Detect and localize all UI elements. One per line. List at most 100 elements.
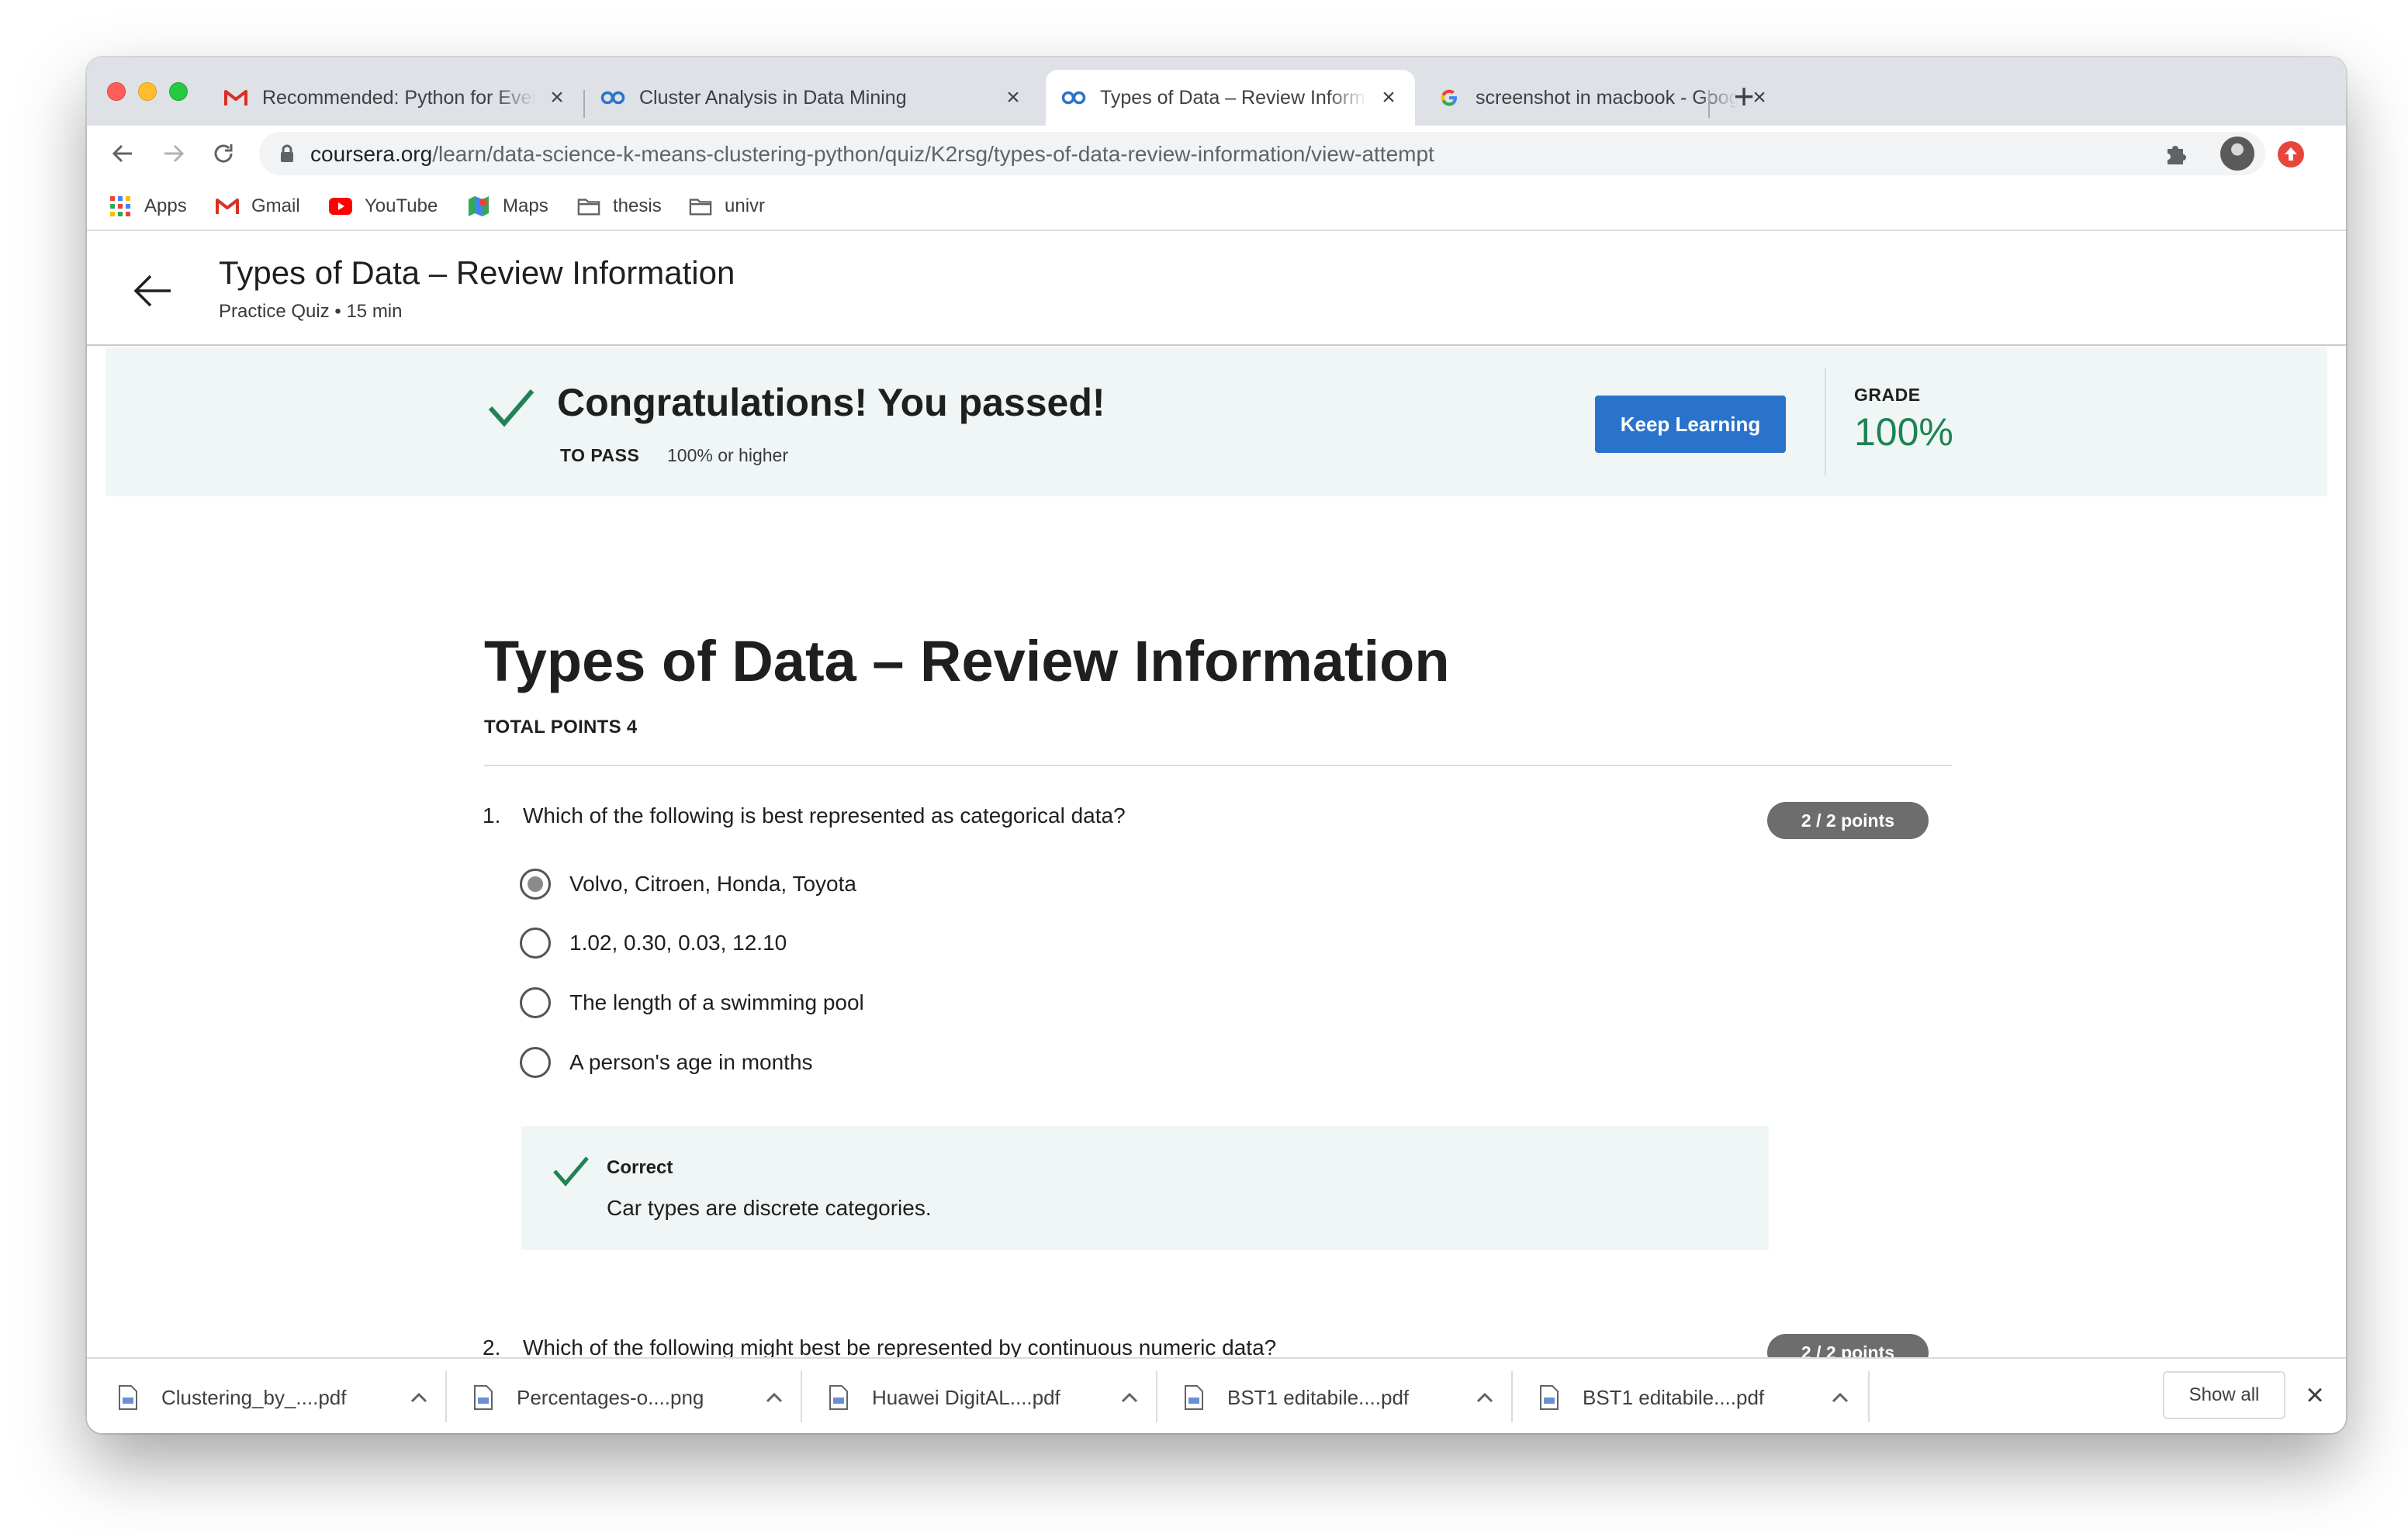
- lock-icon: [281, 144, 293, 162]
- chevron-up-icon[interactable]: [1471, 1384, 1499, 1411]
- tab-types-of-data[interactable]: Types of Data – Review Information ×: [1046, 70, 1415, 126]
- feedback-text: Car types are discrete categories.: [607, 1196, 932, 1220]
- bookmark-gmail[interactable]: Gmail: [216, 192, 300, 220]
- close-icon[interactable]: ×: [2298, 1379, 2332, 1413]
- radio-button-selected[interactable]: [520, 869, 551, 900]
- chevron-up-icon[interactable]: [760, 1384, 788, 1411]
- browser-window: Recommended: Python for Everybody × Clus…: [87, 57, 2346, 1433]
- download-filename: Percentages-o....png: [517, 1385, 704, 1409]
- bookmark-label: thesis: [613, 195, 662, 216]
- feedback-box: Correct Car types are discrete categorie…: [521, 1126, 1769, 1250]
- tab-gmail[interactable]: Recommended: Python for Everybody ×: [208, 70, 583, 126]
- reload-icon: [214, 144, 233, 163]
- forward-button[interactable]: [154, 133, 194, 174]
- bookmark-univr[interactable]: univr: [689, 192, 765, 220]
- tab-cluster-analysis[interactable]: Cluster Analysis in Data Mining ×: [585, 70, 1040, 126]
- grade-label: GRADE: [1854, 385, 1921, 405]
- download-shelf: Clustering_by_....pdf Percentages-o....p…: [87, 1357, 2346, 1433]
- file-icon: [829, 1385, 848, 1410]
- tab-strip: Recommended: Python for Everybody × Clus…: [87, 57, 2346, 126]
- radio-button[interactable]: [520, 1047, 551, 1078]
- new-tab-button[interactable]: +: [1725, 78, 1763, 116]
- download-filename: BST1 editabile....pdf: [1227, 1385, 1410, 1409]
- tab-title: Types of Data – Review Information: [1100, 86, 1367, 109]
- tab-close-icon[interactable]: ×: [546, 86, 568, 109]
- download-item[interactable]: Huawei DigitAL....pdf: [797, 1373, 1153, 1422]
- chevron-up-icon[interactable]: [1826, 1384, 1854, 1411]
- tab-separator: [1708, 90, 1710, 118]
- page-title: Types of Data – Review Information: [219, 254, 735, 291]
- extensions-puzzle-icon[interactable]: [2163, 140, 2191, 168]
- question-text: Which of the following is best represent…: [523, 803, 1126, 827]
- chevron-up-icon[interactable]: [405, 1384, 433, 1411]
- apps-grid-icon: [109, 195, 132, 218]
- pass-message: Congratulations! You passed!: [557, 381, 1105, 424]
- show-all-button[interactable]: Show all: [2163, 1371, 2285, 1419]
- download-item[interactable]: BST1 editabile....pdf: [1153, 1373, 1508, 1422]
- total-points: TOTAL POINTS 4: [484, 717, 638, 738]
- maps-icon: [467, 195, 490, 218]
- back-arrow-icon[interactable]: [130, 268, 175, 313]
- answer-option[interactable]: 1.02, 0.30, 0.03, 12.10: [520, 928, 787, 959]
- to-pass-value: 100% or higher: [667, 445, 788, 465]
- address-bar[interactable]: coursera.org/learn/data-science-k-means-…: [259, 132, 2265, 175]
- option-label: Volvo, Citroen, Honda, Toyota: [569, 872, 856, 896]
- window-close-button[interactable]: [107, 82, 126, 101]
- answer-option[interactable]: The length of a swimming pool: [520, 987, 864, 1018]
- quiz-title: Types of Data – Review Information: [484, 629, 1450, 693]
- url-text: coursera.org/learn/data-science-k-means-…: [310, 142, 1434, 166]
- quiz-header: Types of Data – Review Information Pract…: [87, 233, 2346, 346]
- download-filename: Clustering_by_....pdf: [161, 1385, 347, 1409]
- tab-close-icon[interactable]: ×: [1002, 86, 1024, 109]
- coursera-icon: [1061, 85, 1086, 110]
- checkmark-icon: [488, 389, 535, 427]
- tab-title: Recommended: Python for Everybody: [262, 86, 535, 109]
- page-subtitle: Practice Quiz • 15 min: [219, 301, 403, 322]
- answer-option[interactable]: Volvo, Citroen, Honda, Toyota: [520, 869, 856, 900]
- feedback-label: Correct: [607, 1157, 673, 1178]
- radio-button[interactable]: [520, 928, 551, 959]
- bookmark-label: Gmail: [251, 195, 300, 216]
- back-button[interactable]: [102, 133, 143, 174]
- profile-avatar[interactable]: [2220, 136, 2254, 171]
- tab-close-icon[interactable]: ×: [1378, 86, 1399, 109]
- option-label: A person's age in months: [569, 1050, 813, 1074]
- back-arrow-icon: [112, 144, 132, 163]
- download-item[interactable]: Clustering_by_....pdf: [87, 1373, 442, 1422]
- divider: [484, 765, 1952, 766]
- file-icon: [1185, 1385, 1203, 1410]
- forward-arrow-icon: [164, 144, 185, 163]
- answer-option[interactable]: A person's age in months: [520, 1047, 813, 1078]
- bookmark-youtube[interactable]: YouTube: [329, 192, 438, 220]
- download-filename: Huawei DigitAL....pdf: [872, 1385, 1060, 1409]
- chevron-up-icon[interactable]: [1116, 1384, 1143, 1411]
- folder-icon: [577, 195, 600, 218]
- download-filename: BST1 editabile....pdf: [1583, 1385, 1765, 1409]
- pass-banner: Congratulations! You passed! TO PASS 100…: [106, 347, 2327, 496]
- google-icon: [1437, 85, 1462, 110]
- keep-learning-button[interactable]: Keep Learning: [1595, 396, 1786, 453]
- tab-title: screenshot in macbook - Google Search: [1476, 86, 1738, 109]
- checkmark-icon: [553, 1156, 589, 1187]
- radio-button[interactable]: [520, 987, 551, 1018]
- points-badge: 2 / 2 points: [1767, 802, 1929, 839]
- folder-icon: [689, 195, 712, 218]
- grade-value: 100%: [1854, 410, 1953, 454]
- file-icon: [1540, 1385, 1559, 1410]
- download-item[interactable]: Percentages-o....png: [442, 1373, 797, 1422]
- option-label: The length of a swimming pool: [569, 990, 864, 1014]
- bookmark-thesis[interactable]: thesis: [577, 192, 662, 220]
- window-minimize-button[interactable]: [138, 82, 157, 101]
- bookmark-label: univr: [725, 195, 766, 216]
- reload-button[interactable]: [203, 133, 244, 174]
- update-icon[interactable]: [2278, 141, 2304, 168]
- download-item[interactable]: BST1 editabile....pdf: [1508, 1373, 1863, 1422]
- gmail-icon: [223, 85, 248, 110]
- window-zoom-button[interactable]: [169, 82, 188, 101]
- bookmark-maps[interactable]: Maps: [467, 192, 548, 220]
- option-label: 1.02, 0.30, 0.03, 12.10: [569, 931, 787, 955]
- bookmark-apps[interactable]: Apps: [109, 192, 187, 220]
- bookmark-label: YouTube: [365, 195, 438, 216]
- divider: [1825, 368, 1826, 476]
- file-icon: [119, 1385, 137, 1410]
